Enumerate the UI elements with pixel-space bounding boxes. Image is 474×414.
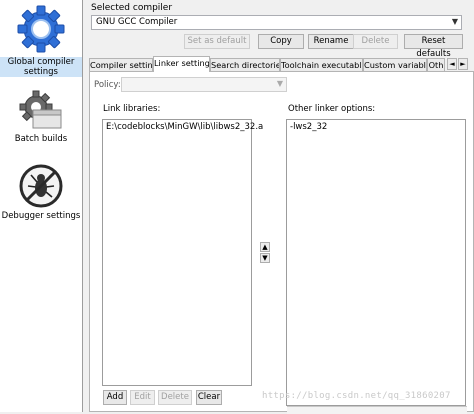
tab-custom-variables[interactable]: Custom variables <box>363 58 427 71</box>
compiler-settings-pane: Selected compiler GNU GCC Compiler ▼ Set… <box>87 0 474 414</box>
arrow-up-icon: ▲ <box>262 243 268 251</box>
delete-compiler-button[interactable]: Delete <box>353 34 398 49</box>
bug-icon <box>19 164 63 208</box>
sidebar-item-batch-builds[interactable]: Batch builds <box>0 90 82 144</box>
horizontal-scrollbar[interactable] <box>287 406 467 414</box>
move-up-button[interactable]: ▲ <box>260 242 270 252</box>
tab-scroll-left-button[interactable]: ◄ <box>447 58 457 70</box>
sidebar-item-debugger-settings[interactable]: Debugger settings <box>0 163 82 221</box>
tab-other[interactable]: Oth <box>427 58 445 71</box>
move-down-button[interactable]: ▼ <box>260 253 270 263</box>
tab-toolchain-executables[interactable]: Toolchain executables <box>280 58 363 71</box>
arrow-down-icon: ▼ <box>262 254 268 262</box>
tab-linker-settings[interactable]: Linker settings <box>153 56 210 72</box>
tab-scroll-right-button[interactable]: ► <box>458 58 468 70</box>
sidebar-item-label: settings <box>0 67 82 77</box>
settings-tabs: Compiler settings Linker settings Search… <box>89 56 474 72</box>
sidebar-item-label: Global compiler <box>0 57 82 67</box>
link-libraries-list[interactable]: E:\codeblocks\MinGW\lib\libws2_32.a <box>102 119 263 386</box>
compiler-select[interactable]: GNU GCC Compiler ▼ <box>91 15 462 30</box>
other-linker-options-text: -lws2_32 <box>290 122 328 132</box>
list-item[interactable]: E:\codeblocks\MinGW\lib\libws2_32.a <box>106 122 263 132</box>
arrow-right-icon: ► <box>460 60 466 68</box>
add-library-button[interactable]: Add <box>103 390 127 405</box>
tab-compiler-settings[interactable]: Compiler settings <box>89 58 153 71</box>
copy-button[interactable]: Copy <box>258 34 304 49</box>
set-as-default-button[interactable]: Set as default <box>184 34 250 49</box>
gear-icon <box>17 5 65 53</box>
rename-button[interactable]: Rename <box>308 34 354 49</box>
sidebar-item-global-compiler[interactable]: Global compiler settings <box>0 3 82 77</box>
other-linker-options-title: Other linker options: <box>286 104 378 114</box>
batch-gear-icon <box>19 90 62 129</box>
chevron-down-icon: ▼ <box>451 17 458 26</box>
link-libraries-title: Link libraries: <box>101 104 163 114</box>
edit-library-button[interactable]: Edit <box>130 390 155 405</box>
clear-libraries-button[interactable]: Clear <box>196 390 222 405</box>
selected-compiler-label: Selected compiler <box>91 3 173 13</box>
chevron-down-icon: ▼ <box>276 79 283 88</box>
watermark-text: https://blog.csdn.net/qq_31860207 <box>262 391 451 401</box>
policy-select[interactable]: ▼ <box>121 77 287 92</box>
settings-sidebar: Global compiler settings Batch builds De… <box>0 0 83 412</box>
sidebar-item-label: Batch builds <box>14 134 68 144</box>
sidebar-item-label: Debugger settings <box>1 211 81 221</box>
arrow-left-icon: ◄ <box>449 60 455 68</box>
reset-defaults-button[interactable]: Reset defaults <box>404 34 463 59</box>
policy-label: Policy: <box>94 80 121 90</box>
delete-library-button[interactable]: Delete <box>158 390 192 405</box>
tab-search-directories[interactable]: Search directories <box>210 58 280 71</box>
compiler-select-value: GNU GCC Compiler <box>96 17 178 27</box>
linker-settings-panel: Policy: ▼ Link libraries: E:\codeblocks\… <box>89 71 474 414</box>
other-linker-options-textarea[interactable]: -lws2_32 <box>286 119 466 406</box>
